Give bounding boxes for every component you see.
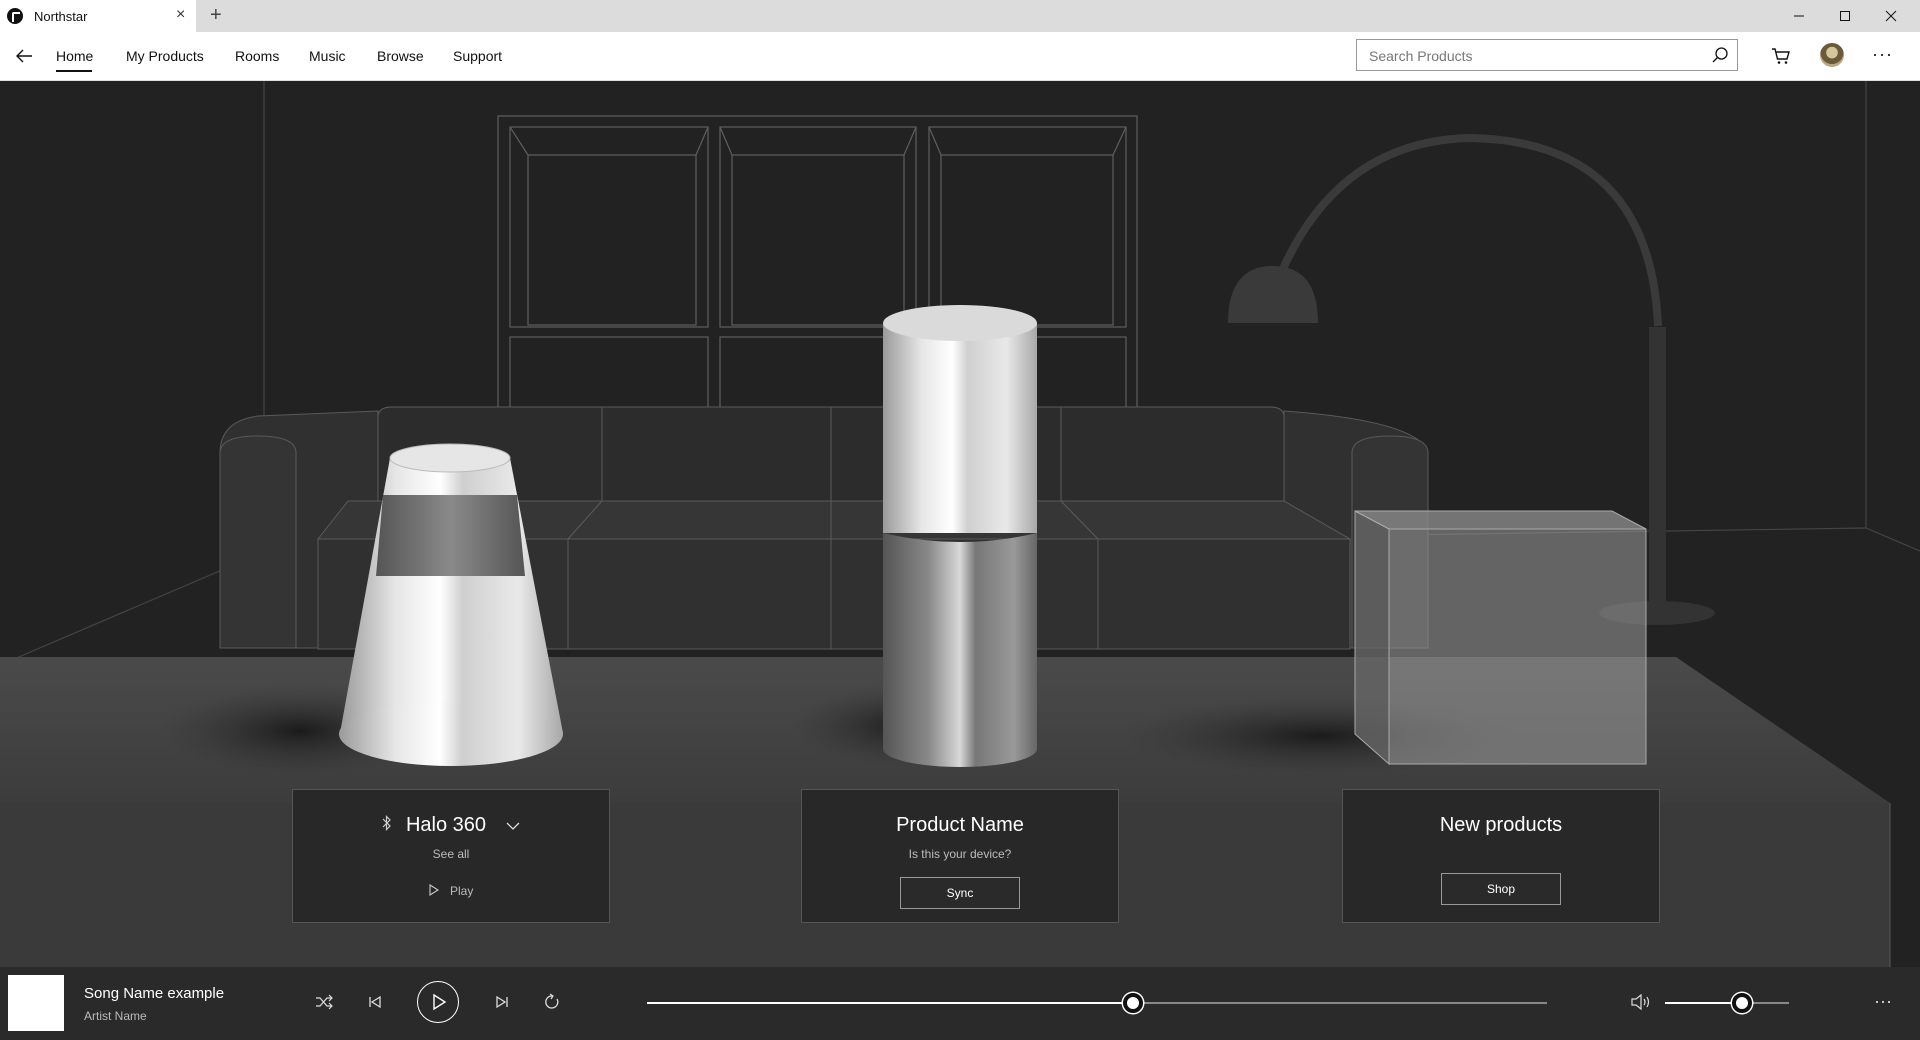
nav-support[interactable]: Support	[453, 48, 502, 64]
volume-icon[interactable]	[1627, 988, 1655, 1016]
nav-home[interactable]: Home	[56, 48, 93, 64]
more-options-icon[interactable]: ···	[1872, 44, 1893, 65]
app-logo-icon	[7, 8, 23, 24]
nav-rooms[interactable]: Rooms	[235, 48, 279, 64]
next-track-icon[interactable]	[488, 988, 516, 1016]
halo-360-card: Halo 360 See all Play	[292, 789, 610, 923]
product-name-card: Product Name Is this your device? Sync	[801, 789, 1119, 923]
cart-icon[interactable]	[1770, 45, 1792, 67]
sync-button[interactable]: Sync	[900, 877, 1020, 909]
nav-my-products[interactable]: My Products	[126, 48, 204, 64]
search-icon[interactable]	[1711, 46, 1729, 64]
album-art[interactable]	[8, 975, 64, 1031]
new-products-title: New products	[1439, 814, 1563, 836]
minimize-icon[interactable]	[1776, 0, 1822, 32]
new-product-box	[1354, 510, 1647, 766]
play-button[interactable]: Play	[293, 884, 609, 899]
shuffle-icon[interactable]	[310, 988, 338, 1016]
chevron-down-icon[interactable]	[506, 814, 520, 837]
play-pause-button[interactable]	[417, 981, 459, 1023]
product-name-title: Product Name	[896, 814, 1024, 836]
user-avatar[interactable]	[1820, 43, 1844, 67]
play-icon	[429, 884, 439, 899]
tab-title: Northstar	[34, 9, 88, 24]
halo-360-title-row: Halo 360	[293, 814, 609, 837]
shop-button[interactable]: Shop	[1441, 873, 1561, 905]
volume-fill	[1665, 1002, 1742, 1004]
new-tab-icon[interactable]: +	[210, 4, 222, 26]
active-tab-indicator	[56, 70, 92, 72]
device-name: Halo 360	[405, 814, 487, 836]
nav-music[interactable]: Music	[309, 48, 346, 64]
browser-tab[interactable]: Northstar ×	[0, 0, 196, 32]
device-prompt: Is this your device?	[908, 847, 1012, 861]
media-player-bar: Song Name example Artist Name ···	[0, 967, 1920, 1040]
window-close-icon[interactable]	[1868, 0, 1914, 32]
artist-name: Artist Name	[84, 1009, 147, 1023]
search-input[interactable]	[1367, 40, 1701, 72]
new-products-card: New products Shop	[1342, 789, 1660, 923]
play-label: Play	[450, 884, 474, 898]
tab-close-icon[interactable]: ×	[176, 6, 185, 24]
progress-fill	[647, 1002, 1133, 1004]
see-all-link[interactable]: See all	[293, 847, 609, 861]
title-bar: Northstar × +	[0, 0, 1920, 32]
repeat-icon[interactable]	[538, 988, 566, 1016]
volume-thumb[interactable]	[1731, 993, 1752, 1013]
player-more-icon[interactable]: ···	[1874, 991, 1892, 1012]
previous-track-icon[interactable]	[361, 988, 389, 1016]
progress-thumb[interactable]	[1123, 993, 1143, 1013]
nav-browse[interactable]: Browse	[377, 48, 424, 64]
back-arrow-icon[interactable]	[12, 44, 36, 68]
bluetooth-icon	[382, 814, 392, 837]
search-box	[1356, 39, 1738, 72]
song-title: Song Name example	[84, 985, 225, 1002]
maximize-icon[interactable]	[1822, 0, 1868, 32]
nav-bar: Home My Products Rooms Music Browse Supp…	[0, 32, 1920, 81]
